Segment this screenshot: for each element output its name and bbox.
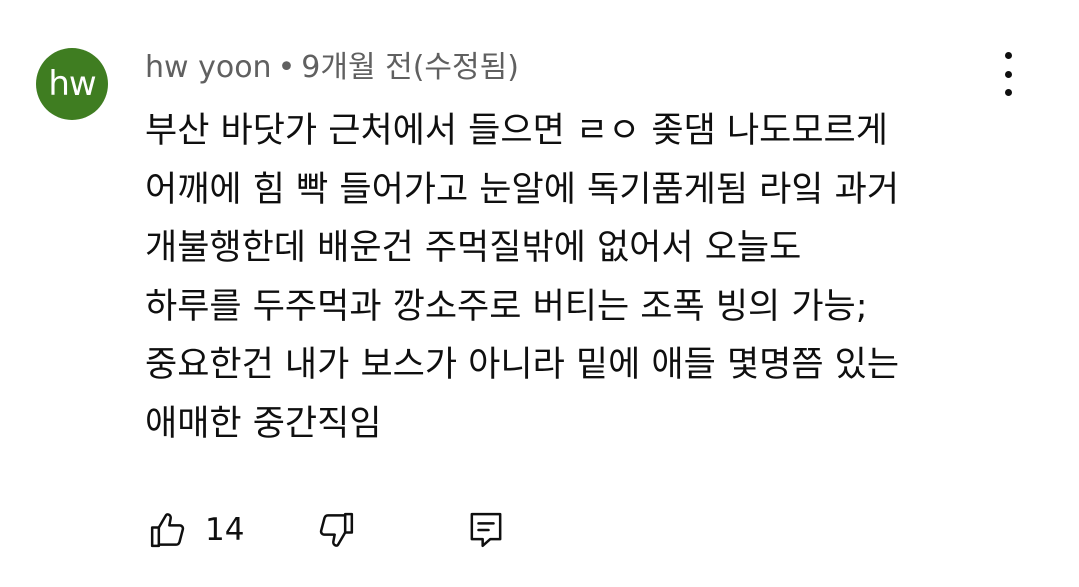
reply-button[interactable] [466,510,506,550]
dislike-button[interactable] [316,510,356,550]
author-name[interactable]: hw yoon [145,50,272,85]
comment-line: 개불행한데 배운건 주먹질밖에 없어서 오늘도 [145,228,802,268]
thumbs-down-icon [319,512,354,547]
avatar-initials: hw [48,64,96,104]
thumbs-up-icon [150,513,185,548]
more-options-button[interactable] [996,52,1020,96]
more-vertical-icon [1004,52,1012,96]
comment-timestamp[interactable]: 9개월 전(수정됨) [301,50,519,85]
comment-line: 중요한건 내가 보스가 아니라 밑에 애들 몇명쯤 있는 [145,345,900,385]
comment-line: 하루를 두주먹과 깡소주로 버티는 조폭 빙의 가능; [145,286,868,327]
comment-line: 애매한 중간직임 [145,403,382,444]
comment-reply-icon [470,512,502,548]
comment-body: 부산 바닷가 근처에서 들으면 ㄹㅇ 좆댐 나도모르게 어깨에 힘 빡 들어가고… [145,102,1045,453]
comment-actions: 14 [148,506,648,552]
comment-line: 부산 바닷가 근처에서 들으면 ㄹㅇ 좆댐 나도모르게 [145,111,888,151]
like-count: 14 [205,512,245,548]
comment-item: hw hw yoon • 9개월 전(수정됨) 부산 바닷가 근처에서 들으면 ㄹㅇ… [0,0,1079,587]
comment-header: hw yoon • 9개월 전(수정됨) [145,48,519,88]
like-button[interactable] [148,510,188,550]
comment-line: 어깨에 힘 빡 들어가고 눈알에 독기품게됨 라잌 과거 [145,169,900,210]
avatar[interactable]: hw [36,48,108,120]
separator-dot: • [277,50,296,85]
